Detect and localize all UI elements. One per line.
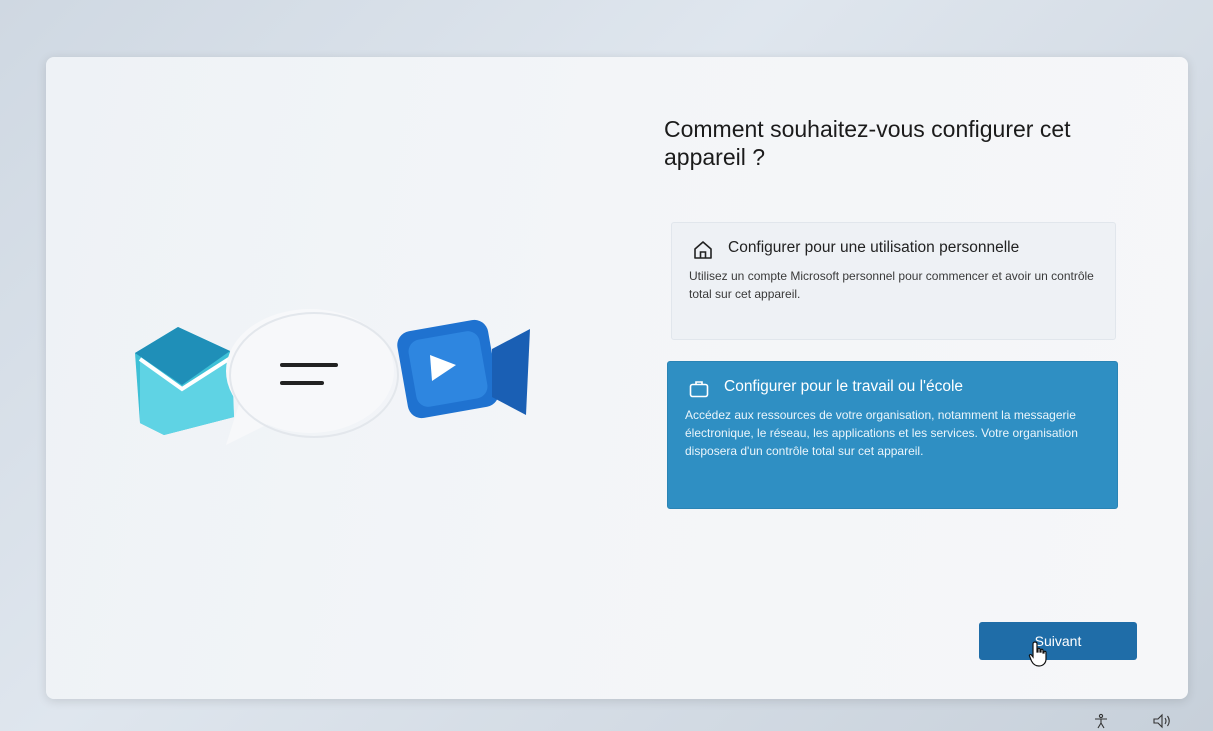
next-button[interactable]: Suivant — [979, 622, 1137, 660]
option-title: Configurer pour le travail ou l'école — [724, 378, 964, 395]
accessibility-icon[interactable] — [1093, 713, 1109, 729]
option-description: Accédez aux ressources de votre organisa… — [685, 408, 1078, 458]
video-camera-icon — [397, 319, 530, 419]
setup-dialog: Comment souhaitez-vous configurer cet ap… — [46, 57, 1188, 699]
hand-cursor-icon — [1028, 641, 1047, 667]
mail-icon — [135, 327, 234, 435]
chat-bubble-icon — [226, 309, 399, 445]
option-title: Configurer pour une utilisation personne… — [728, 239, 1020, 256]
option-header: Configurer pour le travail ou l'école — [688, 376, 1101, 400]
screen: Comment souhaitez-vous configurer cet ap… — [0, 0, 1213, 731]
volume-icon[interactable] — [1152, 713, 1174, 729]
briefcase-icon — [689, 381, 709, 398]
option-header: Configurer pour une utilisation personne… — [692, 237, 1099, 261]
page-title: Comment souhaitez-vous configurer cet ap… — [664, 116, 1071, 170]
home-icon — [694, 241, 712, 259]
option-work-or-school[interactable]: Configurer pour le travail ou l'école Ac… — [667, 361, 1118, 509]
option-description: Utilisez un compte Microsoft personnel p… — [689, 269, 1094, 301]
option-personal-use[interactable]: Configurer pour une utilisation personne… — [671, 222, 1116, 340]
illustration — [135, 309, 530, 445]
